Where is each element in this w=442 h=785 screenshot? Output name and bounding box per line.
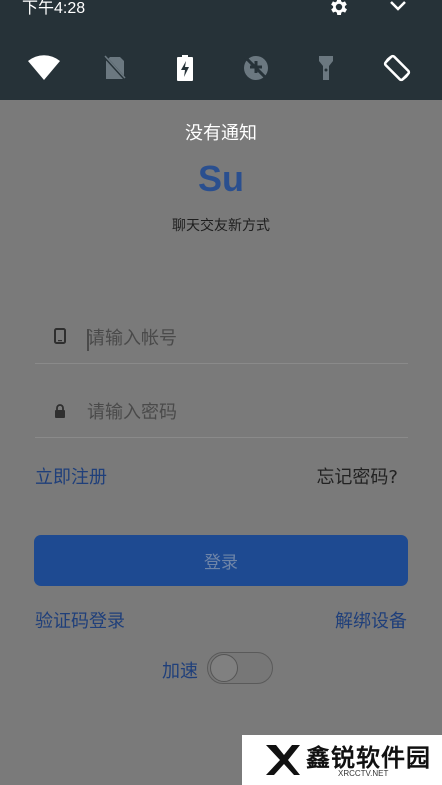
login-button[interactable]: 登录 xyxy=(34,535,408,586)
text-cursor xyxy=(87,329,89,351)
wifi-icon xyxy=(28,55,60,80)
register-link[interactable]: 立即注册 xyxy=(35,463,107,489)
speed-label: 加速 xyxy=(162,661,198,682)
lock-icon xyxy=(55,404,65,418)
password-input[interactable] xyxy=(87,395,387,429)
account-field[interactable] xyxy=(35,313,408,364)
app-slogan: 聊天交友新方式 xyxy=(172,218,270,234)
toggle-knob xyxy=(210,654,238,682)
speed-toggle[interactable] xyxy=(207,652,273,684)
qs-tile-sim[interactable] xyxy=(93,46,137,90)
auto-rotate-icon xyxy=(383,54,411,82)
account-input[interactable] xyxy=(87,321,387,355)
flashlight-icon xyxy=(319,56,333,80)
no-notifications-text: 没有通知 xyxy=(185,123,257,144)
qs-tile-flashlight[interactable] xyxy=(304,46,348,90)
data-saver-off-icon xyxy=(243,55,269,81)
app-logo: Su xyxy=(197,158,244,199)
qs-tile-battery[interactable] xyxy=(163,46,207,90)
status-time: 下午4:28 xyxy=(22,0,86,17)
watermark-sub: XRCCTV.NET xyxy=(338,769,389,778)
phone-icon xyxy=(54,328,66,344)
qs-tile-data-saver[interactable] xyxy=(234,46,278,90)
notification-shade: 下午4:28 xyxy=(0,0,442,100)
qs-tile-wifi[interactable] xyxy=(22,46,66,90)
battery-charging-icon xyxy=(177,55,193,81)
password-field[interactable] xyxy=(35,387,408,438)
quick-settings-row xyxy=(0,46,442,90)
brand-logo-icon xyxy=(266,745,300,775)
watermark-brand: 鑫锐软件园 xyxy=(306,744,431,772)
code-login-link[interactable]: 验证码登录 xyxy=(35,607,125,633)
watermark: 鑫锐软件园 XRCCTV.NET xyxy=(242,735,442,785)
qs-tile-auto-rotate[interactable] xyxy=(375,46,419,90)
unbind-device-link[interactable]: 解绑设备 xyxy=(335,607,407,633)
forgot-password-link[interactable]: 忘记密码? xyxy=(316,463,398,489)
gear-icon[interactable] xyxy=(328,0,350,18)
no-sim-icon xyxy=(103,55,127,81)
chevron-down-icon[interactable] xyxy=(388,0,408,14)
